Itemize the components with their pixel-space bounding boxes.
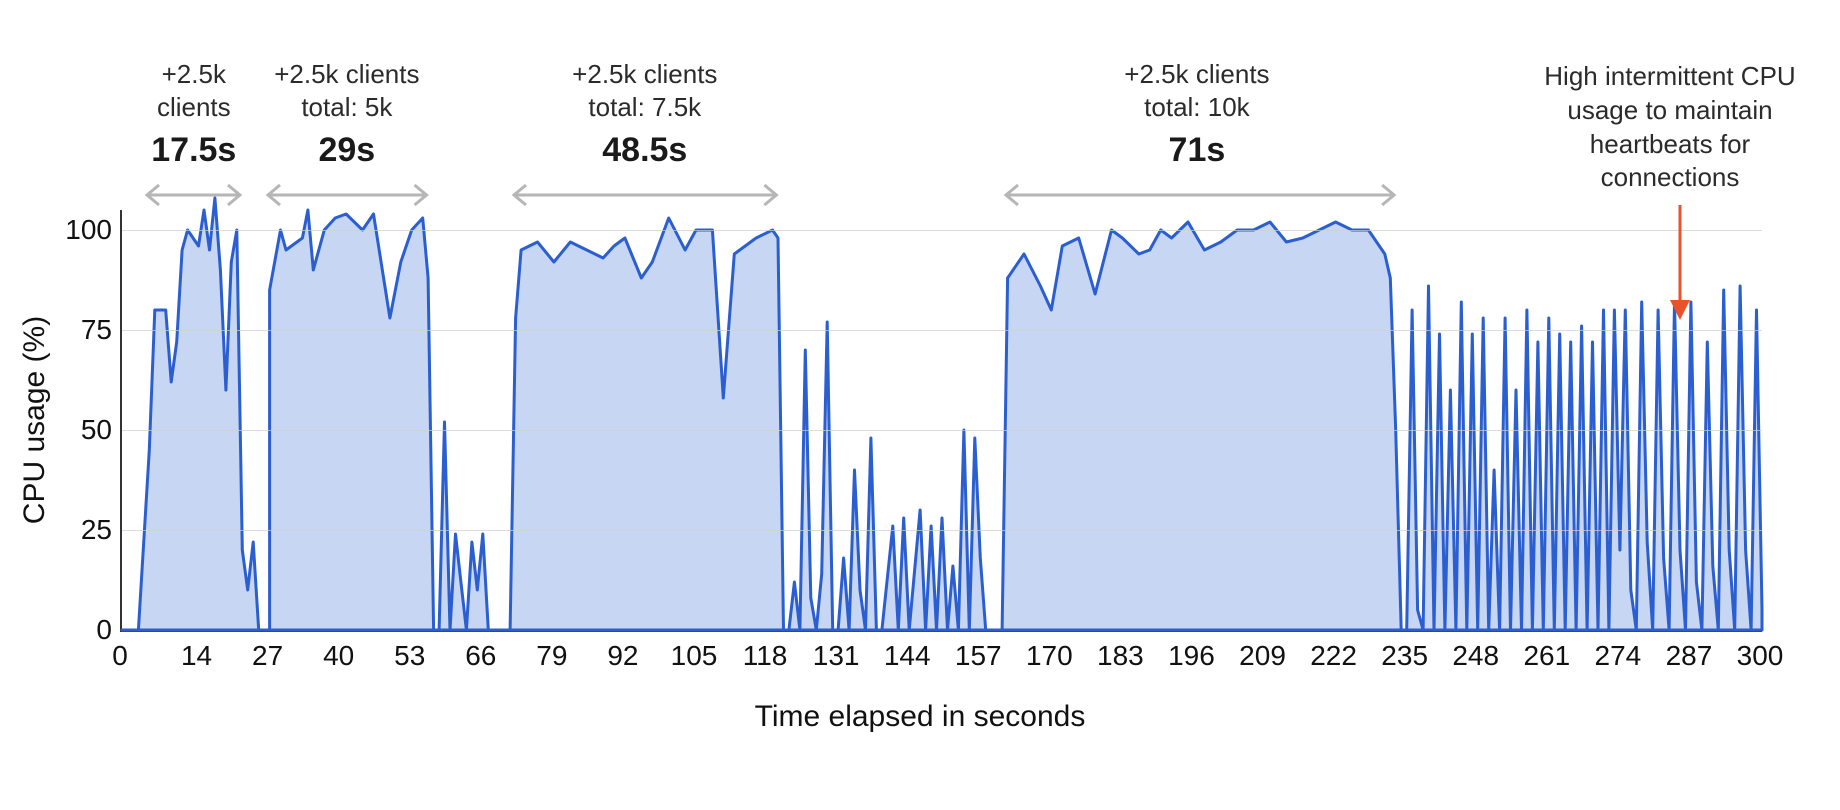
x-tick: 157 xyxy=(955,640,1002,672)
y-tick: 0 xyxy=(52,614,112,646)
y-tick: 25 xyxy=(52,514,112,546)
heartbeat-note: High intermittent CPU usage to maintain … xyxy=(1520,60,1820,195)
x-tick: 222 xyxy=(1310,640,1357,672)
span-arrow-icon xyxy=(133,181,254,209)
x-tick: 92 xyxy=(607,640,638,672)
x-tick: 170 xyxy=(1026,640,1073,672)
y-tick: 50 xyxy=(52,414,112,446)
x-tick: 27 xyxy=(252,640,283,672)
x-tick: 66 xyxy=(465,640,496,672)
x-axis-label: Time elapsed in seconds xyxy=(0,700,1840,734)
x-tick: 105 xyxy=(671,640,718,672)
burst-annotation: +2.5k clientstotal: 5k29s xyxy=(227,58,467,172)
x-tick: 287 xyxy=(1666,640,1713,672)
span-arrow-icon xyxy=(992,181,1408,209)
arrow-down-icon xyxy=(1660,205,1700,325)
x-tick: 209 xyxy=(1239,640,1286,672)
x-tick: 300 xyxy=(1737,640,1784,672)
y-tick: 100 xyxy=(52,214,112,246)
y-axis-label: CPU usage (%) xyxy=(18,316,52,524)
plot-area xyxy=(120,210,1762,632)
x-tick: 40 xyxy=(323,640,354,672)
x-tick: 248 xyxy=(1452,640,1499,672)
burst-annotation: +2.5k clientstotal: 7.5k48.5s xyxy=(525,58,765,172)
x-tick: 14 xyxy=(181,640,212,672)
x-tick: 261 xyxy=(1523,640,1570,672)
x-tick: 144 xyxy=(884,640,931,672)
area-series xyxy=(122,210,1762,630)
x-tick: 131 xyxy=(813,640,860,672)
x-tick: 118 xyxy=(743,640,788,672)
burst-annotation: +2.5k clientstotal: 10k71s xyxy=(1077,58,1317,172)
x-tick: 79 xyxy=(536,640,567,672)
span-arrow-icon xyxy=(500,181,790,209)
x-tick: 196 xyxy=(1168,640,1215,672)
chart-stage: CPU usage (%) Time elapsed in seconds Hi… xyxy=(0,0,1840,810)
span-arrow-icon xyxy=(254,181,441,209)
x-tick: 235 xyxy=(1381,640,1428,672)
x-tick: 53 xyxy=(394,640,425,672)
x-tick: 183 xyxy=(1097,640,1144,672)
x-tick: 274 xyxy=(1595,640,1642,672)
y-tick: 75 xyxy=(52,314,112,346)
x-tick: 0 xyxy=(112,640,128,672)
